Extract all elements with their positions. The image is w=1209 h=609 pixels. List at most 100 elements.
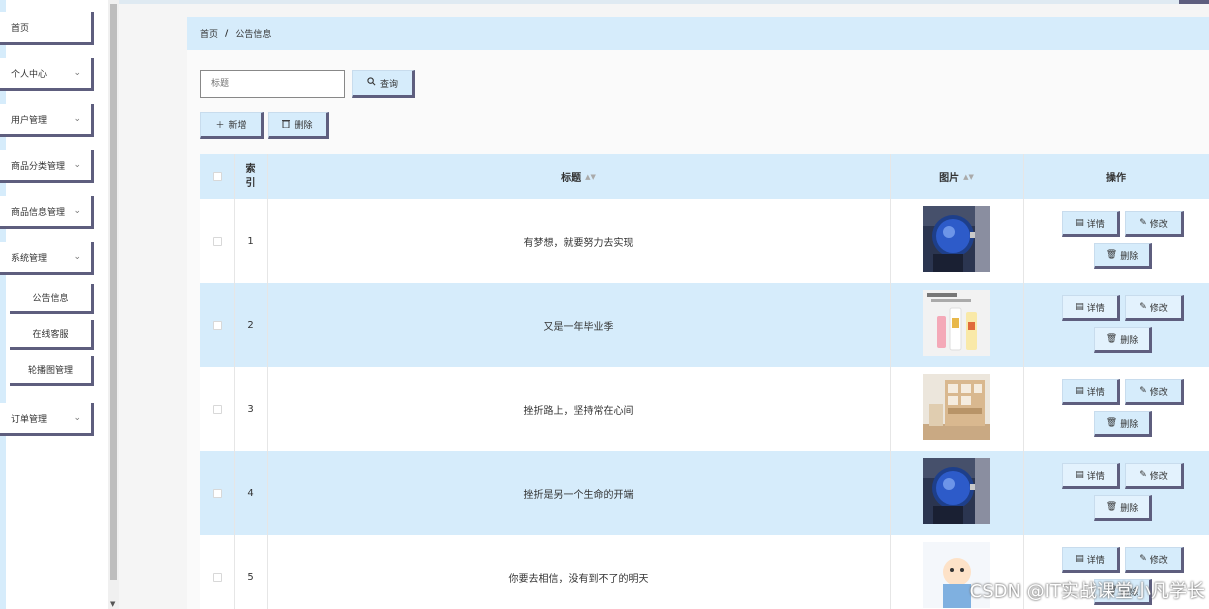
chevron-down-icon: ⌄ — [73, 160, 81, 170]
detail-button[interactable]: ▤ 详情 — [1062, 463, 1120, 489]
sidebar-subitem-label: 在线客服 — [32, 330, 69, 340]
header-actions: 操作 — [1023, 154, 1209, 199]
scroll-down-arrow-icon[interactable]: ▼ — [110, 600, 115, 608]
detail-button-label: 详情 — [1086, 219, 1105, 230]
row-index: 3 — [247, 403, 254, 415]
edit-button[interactable]: ✎ 修改 — [1125, 463, 1184, 489]
row-checkbox[interactable] — [212, 488, 222, 498]
row-checkbox[interactable] — [212, 236, 222, 246]
sidebar-item-category-management[interactable]: 商品分类管理 ⌄ — [0, 150, 94, 183]
row-thumbnail-drinks[interactable] — [923, 290, 990, 356]
delete-button-label: 删除 — [1120, 251, 1139, 262]
header-image[interactable]: 图片 ▲▼ — [890, 154, 1023, 199]
add-button-label: 新增 — [228, 121, 247, 131]
sort-icon[interactable]: ▲▼ — [585, 173, 596, 181]
sidebar-item-label: 商品信息管理 — [11, 207, 66, 218]
sidebar-item-user-management[interactable]: 用户管理 ⌄ — [0, 104, 94, 137]
table-row: 1 有梦想，就要努力去实现 ▤ 详情 ✎ 修改 🗑 删除 — [200, 199, 1209, 283]
edit-button[interactable]: ✎ 修改 — [1125, 211, 1184, 237]
chevron-down-icon: ⌄ — [73, 114, 81, 124]
top-bar-accent — [1179, 0, 1209, 4]
row-title: 有梦想，就要努力去实现 — [523, 237, 634, 249]
detail-button[interactable]: ▤ 详情 — [1062, 211, 1120, 237]
chevron-down-icon: ⌄ — [73, 252, 81, 262]
document-icon: ▤ — [1075, 386, 1084, 396]
sidebar-subitem-carousel[interactable]: 轮播图管理 — [10, 356, 94, 386]
document-icon: ▤ — [1075, 302, 1084, 312]
table-row: 3 挫折路上，坚持常在心间 ▤ 详情 ✎ 修改 🗑 删除 — [200, 367, 1209, 451]
trash-icon: 🗑 — [1105, 502, 1118, 512]
sidebar-item-product-management[interactable]: 商品信息管理 ⌄ — [0, 196, 94, 229]
delete-button-label: 删除 — [1120, 419, 1139, 430]
edit-button-label: 修改 — [1149, 303, 1168, 314]
detail-button-label: 详情 — [1086, 303, 1105, 314]
row-title: 你要去相信，没有到不了的明天 — [508, 573, 649, 585]
row-thumbnail-watch[interactable] — [923, 206, 990, 272]
row-checkbox[interactable] — [212, 320, 222, 330]
edit-button-label: 修改 — [1149, 219, 1168, 230]
delete-button[interactable]: 🗑 删除 — [1094, 495, 1152, 521]
trash-icon: 🗑 — [1105, 334, 1118, 344]
sidebar-subitem-label: 公告信息 — [32, 294, 69, 304]
detail-button-label: 详情 — [1086, 387, 1105, 398]
header-index-label: 索引 — [245, 163, 256, 189]
header-image-label: 图片 — [939, 173, 960, 184]
sidebar-item-label: 首页 — [11, 23, 30, 34]
search-button[interactable]: 查询 — [352, 70, 415, 98]
sort-icon[interactable]: ▲▼ — [963, 173, 974, 181]
plus-icon: ＋ — [215, 121, 225, 131]
trash-icon: 🗑 — [1105, 250, 1118, 260]
sidebar-item-label: 商品分类管理 — [11, 161, 66, 172]
row-checkbox[interactable] — [212, 404, 222, 414]
row-title: 又是一年毕业季 — [543, 321, 614, 333]
add-button[interactable]: ＋ 新增 — [200, 112, 264, 139]
document-icon: ▤ — [1075, 554, 1084, 564]
delete-button[interactable]: 🗑 删除 — [1094, 411, 1152, 437]
edit-icon: ✎ — [1139, 554, 1147, 564]
row-thumbnail-shelf[interactable] — [923, 374, 990, 440]
row-title: 挫折路上，坚持常在心间 — [523, 405, 634, 417]
detail-button[interactable]: ▤ 详情 — [1062, 295, 1120, 321]
batch-delete-button-label: 删除 — [294, 121, 313, 131]
sidebar-item-label: 订单管理 — [11, 414, 48, 425]
table-header: 索引 标题 ▲▼ 图片 ▲▼ 操作 — [200, 154, 1209, 199]
edit-button[interactable]: ✎ 修改 — [1125, 547, 1184, 573]
sidebar-item-personal-center[interactable]: 个人中心 ⌄ — [0, 58, 94, 91]
sidebar-item-system-management[interactable]: 系统管理 ⌄ — [0, 242, 94, 275]
breadcrumb-current: 公告信息 — [235, 30, 272, 40]
sidebar-scrollbar[interactable]: ▼ — [108, 0, 119, 609]
edit-button-label: 修改 — [1149, 471, 1168, 482]
row-checkbox[interactable] — [212, 572, 222, 582]
row-index: 5 — [247, 571, 254, 583]
delete-button[interactable]: 🗑 删除 — [1094, 327, 1152, 353]
delete-button-label: 删除 — [1120, 335, 1139, 346]
detail-button[interactable]: ▤ 详情 — [1062, 547, 1120, 573]
detail-button[interactable]: ▤ 详情 — [1062, 379, 1120, 405]
delete-button[interactable]: 🗑 删除 — [1094, 243, 1152, 269]
breadcrumb-home[interactable]: 首页 — [200, 27, 218, 40]
sidebar-item-label: 个人中心 — [11, 69, 48, 80]
select-all-checkbox[interactable] — [212, 172, 222, 181]
edit-button[interactable]: ✎ 修改 — [1125, 295, 1184, 321]
top-bar — [119, 0, 1209, 4]
breadcrumb: 首页 / 公告信息 — [187, 17, 1209, 50]
sidebar-item-order-management[interactable]: 订单管理 ⌄ — [0, 403, 94, 436]
edit-button[interactable]: ✎ 修改 — [1125, 379, 1184, 405]
sidebar-subitem-announcements[interactable]: 公告信息 — [10, 284, 94, 314]
edit-icon: ✎ — [1139, 470, 1147, 480]
batch-delete-button[interactable]: 删除 — [268, 112, 329, 139]
search-input[interactable] — [200, 70, 345, 98]
chevron-down-icon: ⌄ — [73, 68, 81, 78]
sidebar-subitem-online-service[interactable]: 在线客服 — [10, 320, 94, 350]
sidebar-item-home[interactable]: 首页 — [0, 12, 94, 45]
header-actions-label: 操作 — [1106, 173, 1126, 184]
row-thumbnail-watch[interactable] — [923, 458, 990, 524]
announcement-table: 索引 标题 ▲▼ 图片 ▲▼ 操作 1 有梦想，就要努力去实现 ▤ 详情 ✎ 修… — [200, 154, 1209, 609]
chevron-down-icon: ⌄ — [73, 206, 81, 216]
document-icon: ▤ — [1075, 218, 1084, 228]
scrollbar-thumb[interactable] — [110, 4, 117, 580]
row-index: 4 — [247, 487, 254, 499]
header-title[interactable]: 标题 ▲▼ — [267, 154, 890, 199]
sidebar-item-label: 用户管理 — [11, 115, 48, 126]
table-row: 4 挫折是另一个生命的开端 ▤ 详情 ✎ 修改 🗑 删除 — [200, 451, 1209, 535]
